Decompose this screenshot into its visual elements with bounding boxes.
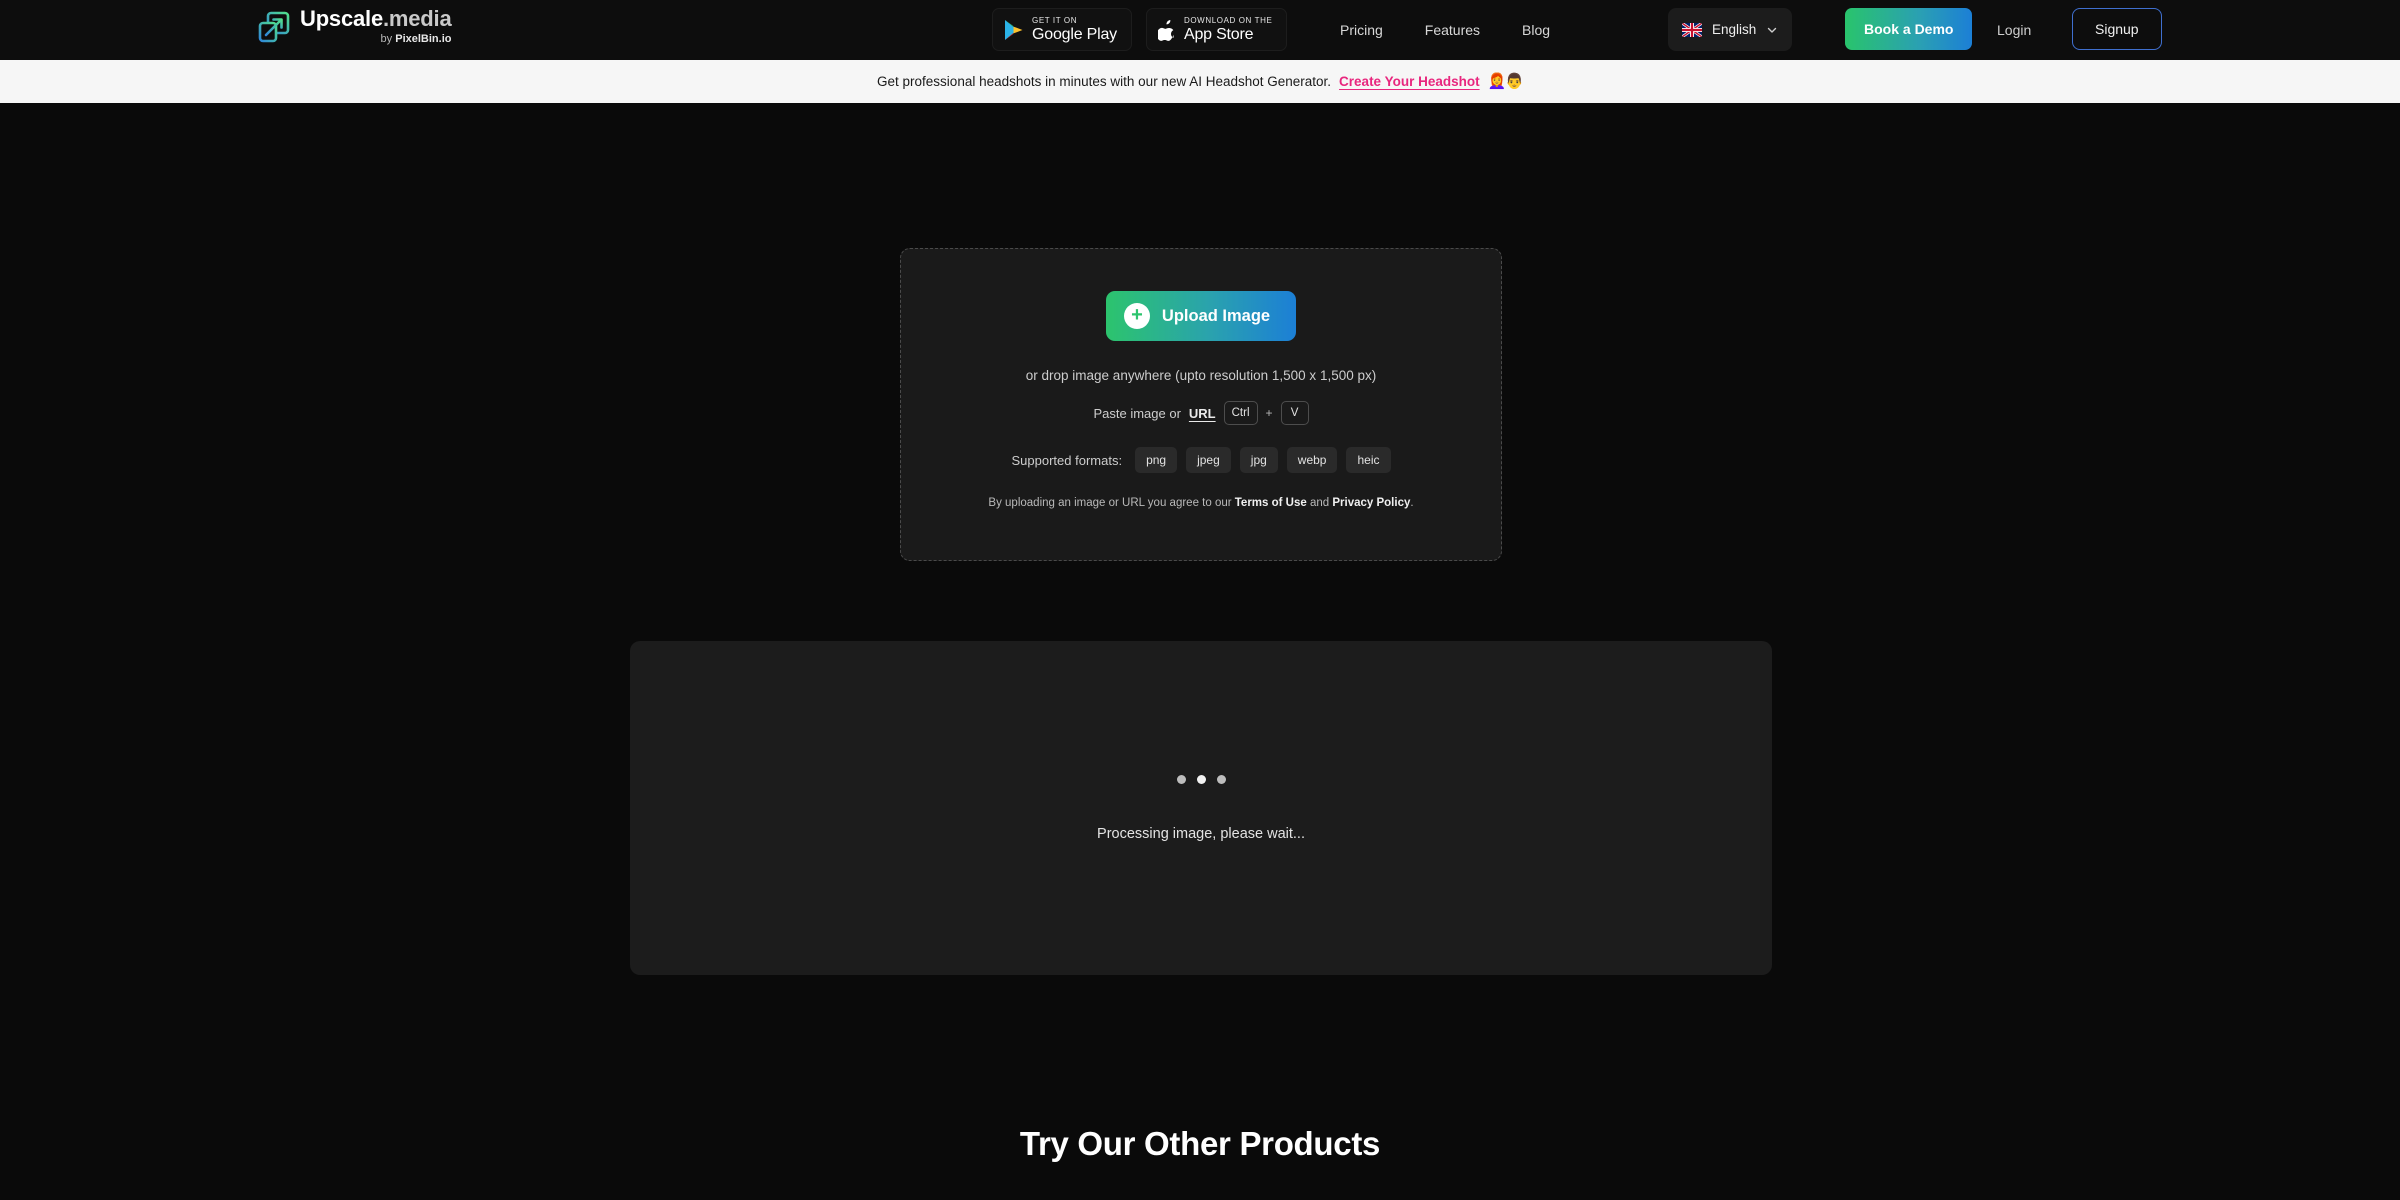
create-headshot-link[interactable]: Create Your Headshot [1339, 74, 1480, 89]
app-store-badge-label: App Store [1183, 25, 1254, 43]
loading-dot-2 [1196, 774, 1206, 784]
format-chip-webp[interactable]: webp [1286, 447, 1338, 473]
app-store-badge-small: Download on the [1183, 15, 1273, 25]
upload-image-label: Upload Image [1161, 306, 1271, 325]
nav-link-features[interactable]: Features [1425, 22, 1480, 38]
uk-flag-icon [1682, 22, 1702, 37]
banner-avatars-icon: 👩‍🦰👨 [1487, 73, 1524, 90]
processing-status-text: Processing image, please wait... [1097, 825, 1305, 842]
loading-dot-3 [1216, 774, 1226, 784]
format-chip-heic[interactable]: heic [1346, 447, 1391, 473]
terms-end-text: . [1410, 497, 1414, 509]
supported-formats-row: Supported formats: png jpeg jpg webp hei… [1012, 447, 1391, 473]
key-v: V [1280, 401, 1309, 425]
logo-title: Upscale.media [300, 6, 452, 31]
format-chip-jpeg[interactable]: jpeg [1186, 447, 1231, 473]
language-selector[interactable]: English [1668, 8, 1793, 51]
loading-dot-1 [1176, 774, 1186, 784]
language-label: English [1712, 22, 1757, 37]
main-content: + Upload Image or drop image anywhere (u… [0, 103, 2400, 1200]
google-play-badge-small: GET IT ON [1032, 15, 1078, 25]
google-play-icon [1005, 19, 1023, 40]
paste-row: Paste image or URL Ctrl + V [1093, 401, 1309, 425]
login-button[interactable]: Login [1997, 0, 2031, 60]
privacy-policy-link[interactable]: Privacy Policy [1332, 497, 1410, 509]
upload-image-button[interactable]: + Upload Image [1105, 291, 1297, 341]
nav-link-blog[interactable]: Blog [1522, 22, 1550, 38]
site-header: Upscale.media by PixelBin.io GET IT ON G… [0, 0, 2400, 60]
terms-pre-text: By uploading an image or URL you agree t… [988, 497, 1235, 509]
plus-circle-icon: + [1123, 303, 1150, 329]
nav-link-pricing[interactable]: Pricing [1340, 22, 1383, 38]
supported-formats-label: Supported formats: [1011, 452, 1123, 468]
format-chip-jpg[interactable]: jpg [1239, 447, 1278, 473]
key-ctrl: Ctrl [1223, 401, 1258, 425]
apple-icon [1157, 19, 1174, 41]
google-play-badge-label: Google Play [1032, 25, 1117, 43]
terms-row: By uploading an image or URL you agree t… [988, 497, 1413, 509]
plus-glyph: + [1131, 304, 1143, 326]
logo-byline: by PixelBin.io [380, 33, 452, 45]
key-plus-separator: + [1265, 406, 1273, 420]
upload-dropzone[interactable]: + Upload Image or drop image anywhere (u… [900, 248, 1502, 561]
drop-hint-text: or drop image anywhere (upto resolution … [1025, 368, 1377, 383]
paste-prefix-text: Paste image or [1093, 405, 1181, 421]
logo[interactable]: Upscale.media by PixelBin.io [258, 6, 452, 46]
promo-banner-text: Get professional headshots in minutes wi… [877, 74, 1332, 89]
primary-nav: Pricing Features Blog [1340, 0, 1550, 60]
promo-banner: Get professional headshots in minutes wi… [0, 60, 2400, 103]
upscale-media-logo-icon [258, 11, 290, 43]
products-section-title: Try Our Other Products [1019, 1125, 1381, 1162]
app-store-badge[interactable]: Download on the App Store [1145, 8, 1288, 51]
google-play-badge[interactable]: GET IT ON Google Play [992, 8, 1132, 51]
signup-button[interactable]: Signup [2072, 8, 2162, 50]
terms-of-use-link[interactable]: Terms of Use [1235, 497, 1307, 509]
processing-panel: Processing image, please wait... [630, 641, 1772, 975]
store-badges: GET IT ON Google Play Download on the Ap… [992, 8, 1288, 51]
terms-mid-text: and [1306, 497, 1333, 509]
format-chip-png[interactable]: png [1135, 447, 1178, 473]
chevron-down-icon [1768, 27, 1777, 33]
paste-url-link[interactable]: URL [1189, 406, 1216, 421]
loading-dots-icon [1176, 774, 1226, 784]
book-demo-button[interactable]: Book a Demo [1845, 8, 1973, 50]
